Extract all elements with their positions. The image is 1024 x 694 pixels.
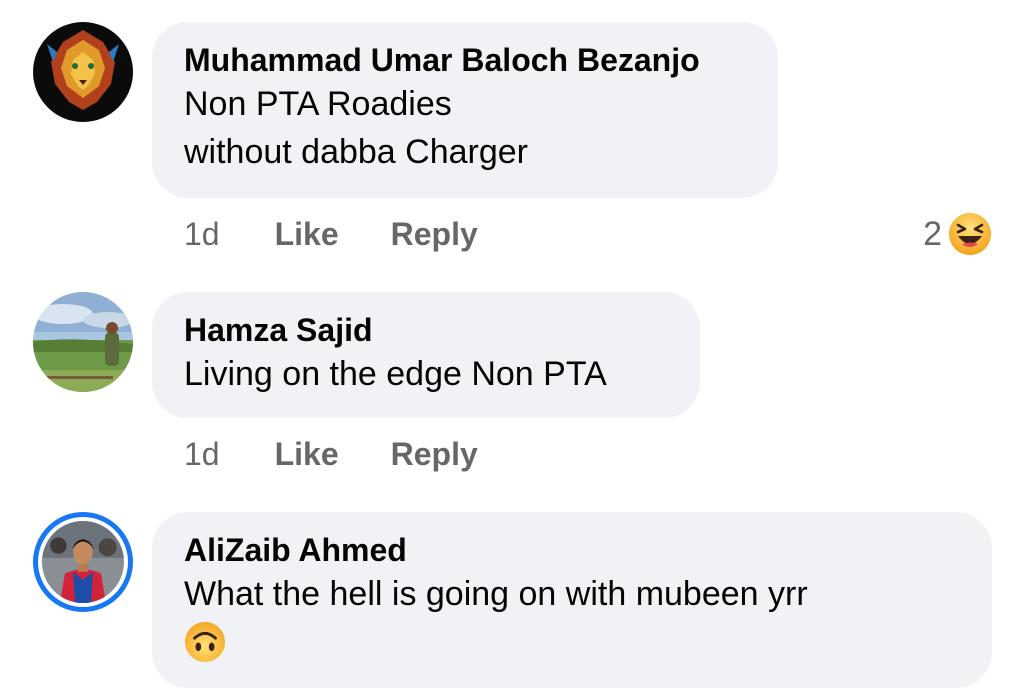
timestamp[interactable]: 1d: [184, 436, 220, 473]
person-avatar-image: [42, 521, 124, 603]
avatar[interactable]: [33, 292, 133, 392]
reaction-summary[interactable]: 2: [923, 212, 992, 256]
avatar[interactable]: [33, 22, 133, 122]
comment-text-line: What the hell is going on with mubeen yr…: [184, 575, 808, 613]
author-name[interactable]: Muhammad Umar Baloch Bezanjo: [184, 40, 746, 80]
comment-bubble: Muhammad Umar Baloch Bezanjo Non PTA Roa…: [152, 22, 778, 198]
like-button[interactable]: Like: [275, 436, 339, 473]
author-name[interactable]: AliZaib Ahmed: [184, 530, 960, 570]
avatar-with-story-ring[interactable]: [33, 512, 133, 612]
reply-button[interactable]: Reply: [391, 436, 478, 473]
comment-bubble: AliZaib Ahmed What the hell is going on …: [152, 512, 992, 688]
upside-down-face-emoji-icon: [184, 621, 226, 663]
comment-text-line: Living on the edge Non PTA: [184, 355, 607, 393]
comment-text-line: Non PTA Roadies: [184, 85, 452, 123]
comment-actions: 1d Like Reply: [184, 436, 478, 473]
timestamp[interactable]: 1d: [184, 216, 220, 253]
lion-avatar-image: [33, 22, 133, 122]
comment-bubble: Hamza Sajid Living on the edge Non PTA: [152, 292, 700, 418]
reaction-count: 2: [923, 214, 942, 253]
reply-button[interactable]: Reply: [391, 216, 478, 253]
like-button[interactable]: Like: [275, 216, 339, 253]
comment-actions: 1d Like Reply: [184, 216, 478, 253]
author-name[interactable]: Hamza Sajid: [184, 310, 668, 350]
laughing-emoji-icon: [948, 212, 992, 256]
comment-text-line: [184, 618, 960, 666]
comment-text-line: without dabba Charger: [184, 133, 529, 171]
landscape-avatar-image: [33, 292, 133, 392]
